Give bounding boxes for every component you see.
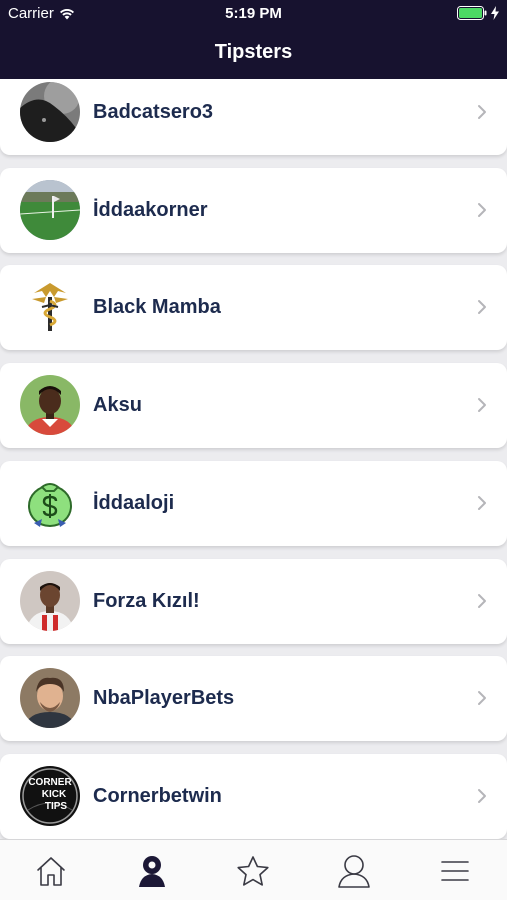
tipster-row[interactable]: Forza Kızıl! xyxy=(0,559,507,644)
tipster-list[interactable]: Badcatsero3 İddaakorner Black Mamba Aksu… xyxy=(0,79,507,839)
tipster-icon xyxy=(138,855,165,887)
tips-text: TIPS xyxy=(45,801,68,812)
star-icon xyxy=(236,855,269,886)
chevron-right-icon xyxy=(478,496,486,510)
corner-text: CORNER xyxy=(28,777,72,788)
tipster-name: Cornerbetwin xyxy=(93,785,222,807)
tab-home[interactable] xyxy=(0,840,101,900)
chevron-right-icon xyxy=(478,691,486,705)
profile-icon xyxy=(337,854,370,888)
football-pitch-avatar xyxy=(20,180,80,240)
status-bar: Carrier 5:19 PM xyxy=(0,0,507,28)
tipster-row[interactable]: NbaPlayerBets xyxy=(0,656,507,741)
tipster-row[interactable]: Aksu xyxy=(0,363,507,448)
tipster-name: Aksu xyxy=(93,394,142,416)
menu-icon xyxy=(440,860,469,881)
tipster-name: Badcatsero3 xyxy=(93,101,214,123)
black-cat-avatar xyxy=(20,82,80,142)
chevron-right-icon xyxy=(478,398,486,412)
chevron-right-icon xyxy=(478,789,486,803)
chevron-right-icon xyxy=(478,105,486,119)
tipster-name: Forza Kızıl! xyxy=(93,590,200,612)
mamba-logo-avatar xyxy=(20,277,80,337)
tab-profile[interactable] xyxy=(303,840,404,900)
corner-kick-tips-avatar: CORNER KICK TIPS xyxy=(20,766,80,826)
person-portrait-avatar xyxy=(20,668,80,728)
tipster-name: NbaPlayerBets xyxy=(93,687,235,709)
tab-favorites[interactable] xyxy=(202,840,303,900)
charging-bolt-icon xyxy=(491,6,499,20)
tipster-name: Black Mamba xyxy=(93,296,221,318)
tab-bar xyxy=(0,839,507,900)
home-icon xyxy=(36,856,65,886)
tipster-name: İddaakorner xyxy=(93,199,208,221)
player-portrait-avatar xyxy=(20,375,80,435)
tipster-row[interactable]: CORNER KICK TIPS Cornerbetwin xyxy=(0,754,507,839)
tipster-row[interactable]: Black Mamba xyxy=(0,265,507,350)
nav-header: Tipsters xyxy=(0,28,507,79)
chevron-right-icon xyxy=(478,594,486,608)
player-portrait-avatar xyxy=(20,571,80,631)
chevron-right-icon xyxy=(478,203,486,217)
battery-icon xyxy=(457,6,487,20)
tipster-row[interactable]: İddaakorner xyxy=(0,168,507,253)
chevron-right-icon xyxy=(478,300,486,314)
status-right xyxy=(457,6,499,20)
tab-tipsters[interactable] xyxy=(101,840,202,900)
tipster-name: İddaaloji xyxy=(93,492,175,514)
tipster-row[interactable]: Badcatsero3 xyxy=(0,79,507,155)
page-title: Tipsters xyxy=(214,41,293,63)
kick-text: KICK xyxy=(42,789,67,800)
tab-menu[interactable] xyxy=(404,840,505,900)
money-bag-avatar xyxy=(20,473,80,533)
status-time: 5:19 PM xyxy=(225,5,282,22)
tipster-row[interactable]: İddaaloji xyxy=(0,461,507,546)
